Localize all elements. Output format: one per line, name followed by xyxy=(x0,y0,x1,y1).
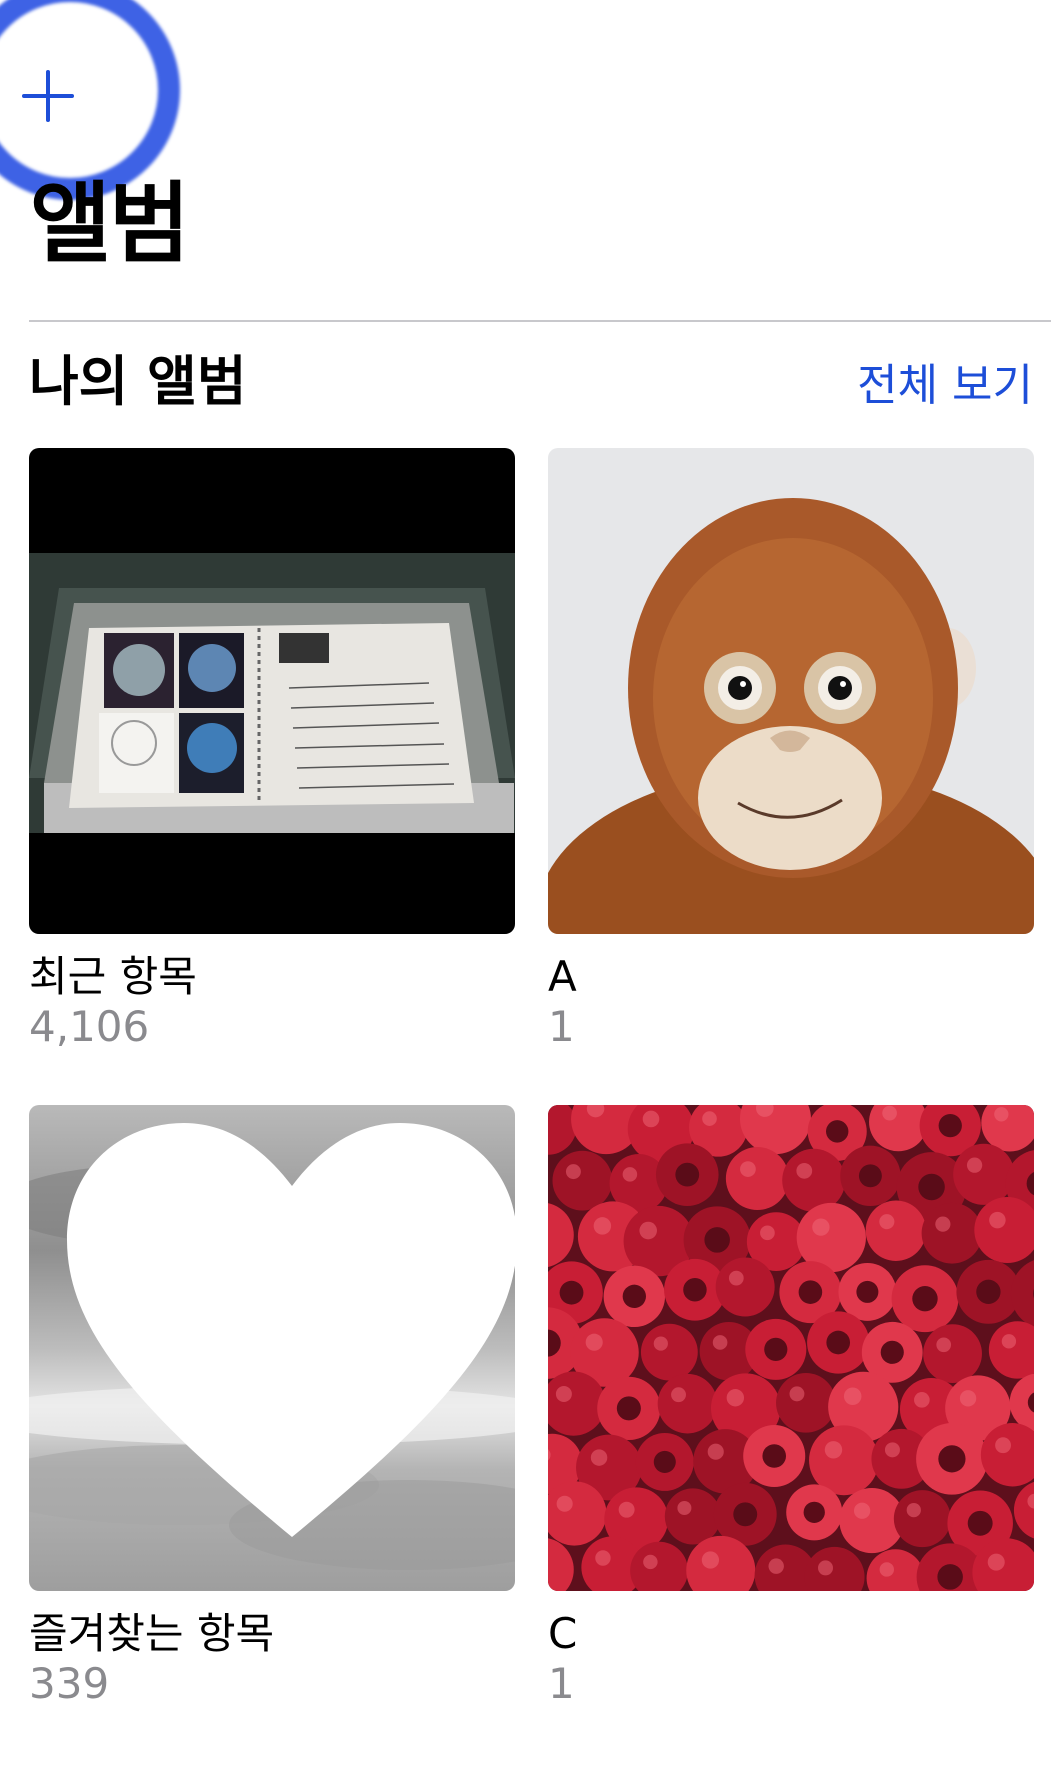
album-count: 339 xyxy=(29,1659,110,1709)
album-a[interactable]: A 1 xyxy=(548,448,1034,1053)
notebook-display-photo xyxy=(29,448,515,934)
plus-icon xyxy=(22,70,74,122)
album-count: 1 xyxy=(548,1659,575,1709)
section-title: 나의 앨범 xyxy=(29,350,247,413)
album-count: 1 xyxy=(548,1002,575,1052)
page-title: 앨범 xyxy=(30,172,190,275)
album-grid: 최근 항목 4,106 A 1 즐겨찾는 항목 339 C 1 xyxy=(29,448,1034,1710)
album-thumbnail xyxy=(548,448,1034,934)
album-name: 최근 항목 xyxy=(29,952,197,1001)
heart-icon xyxy=(67,1122,515,1537)
raspberries-photo xyxy=(548,1104,1034,1591)
album-count: 4,106 xyxy=(29,1002,150,1052)
album-name: A xyxy=(548,952,577,1001)
album-favorites[interactable]: 즐겨찾는 항목 339 xyxy=(29,1104,515,1710)
album-thumbnail xyxy=(29,448,515,934)
album-thumbnail xyxy=(548,1104,1034,1591)
plush-monkey-photo xyxy=(548,448,1034,934)
see-all-link[interactable]: 전체 보기 xyxy=(857,361,1033,410)
album-name: 즐겨찾는 항목 xyxy=(29,1608,275,1658)
divider xyxy=(29,320,1051,322)
album-name: C xyxy=(548,1608,578,1658)
add-album-button[interactable] xyxy=(0,0,200,200)
album-recents[interactable]: 최근 항목 4,106 xyxy=(29,448,515,1053)
album-thumbnail xyxy=(29,1104,515,1591)
album-c[interactable]: C 1 xyxy=(548,1104,1034,1710)
